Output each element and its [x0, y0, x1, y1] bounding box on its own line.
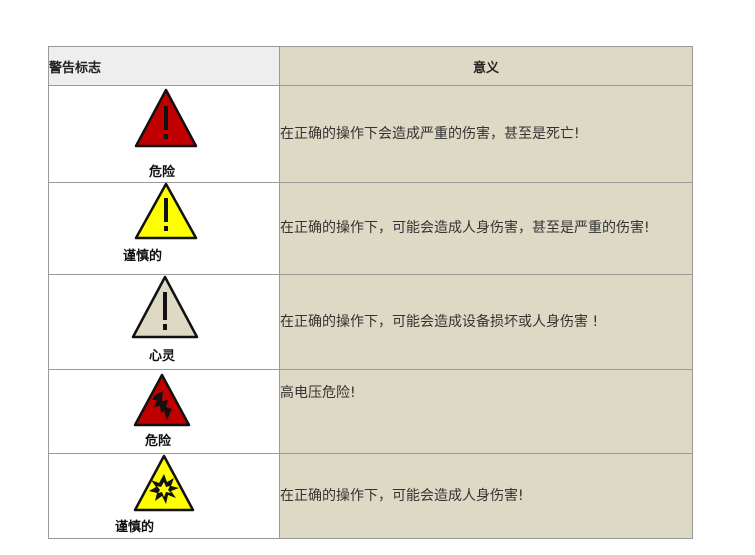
sign-label: 谨慎的 [123, 249, 163, 264]
table-row: 心灵 在正确的操作下，可能会造成设备损坏或人身伤害 ! [48, 274, 693, 370]
meaning-cell: 在正确的操作下，可能会造成人身伤害! [279, 453, 693, 539]
high-voltage-icon [133, 373, 191, 427]
explosion-icon [133, 454, 195, 512]
caution-exclamation-icon [134, 182, 198, 240]
meaning-cell: 高电压危险! [279, 369, 693, 454]
notice-exclamation-icon [131, 275, 199, 339]
header-meaning: 意义 [279, 46, 693, 86]
meaning-text: 在正确的操作下，可能会造成人身伤害，甚至是严重的伤害! [280, 220, 650, 236]
meaning-text: 在正确的操作下，可能会造成设备损坏或人身伤害 ! [280, 313, 599, 330]
sign-cell: 谨慎的 [48, 182, 280, 275]
table-header-row: 警告标志 意义 [48, 46, 693, 86]
table-row: 谨慎的 在正确的操作下，可能会造成人身伤害，甚至是严重的伤害! [48, 182, 693, 275]
meaning-cell: 在正确的操作下，可能会造成设备损坏或人身伤害 ! [279, 274, 693, 370]
meaning-text: 高电压危险! [280, 385, 356, 401]
table-row: 谨慎的 在正确的操作下，可能会造成人身伤害! [48, 453, 693, 539]
sign-cell: 谨慎的 [48, 453, 280, 539]
sign-label: 危险 [145, 434, 172, 449]
danger-exclamation-icon [134, 88, 198, 148]
table-row: 危险 在正确的操作下会造成严重的伤害，甚至是死亡! [48, 85, 693, 183]
sign-label: 谨慎的 [115, 520, 155, 535]
meaning-cell: 在正确的操作下，可能会造成人身伤害，甚至是严重的伤害! [279, 182, 693, 275]
meaning-cell: 在正确的操作下会造成严重的伤害，甚至是死亡! [279, 85, 693, 183]
sign-label: 心灵 [149, 349, 176, 364]
meaning-text: 在正确的操作下会造成严重的伤害，甚至是死亡! [280, 125, 580, 142]
sign-label: 危险 [149, 165, 176, 180]
meaning-text: 在正确的操作下，可能会造成人身伤害! [280, 487, 524, 504]
table-row: 危险 高电压危险! [48, 369, 693, 454]
warning-sign-table: 警告标志 意义 危险 在正确的操作下会造成严重的伤害，甚至是死亡! 谨慎的 在正… [48, 46, 693, 539]
sign-cell: 心灵 [48, 274, 280, 370]
sign-cell: 危险 [48, 369, 280, 454]
sign-cell: 危险 [48, 85, 280, 183]
header-warning-sign: 警告标志 [48, 46, 280, 86]
